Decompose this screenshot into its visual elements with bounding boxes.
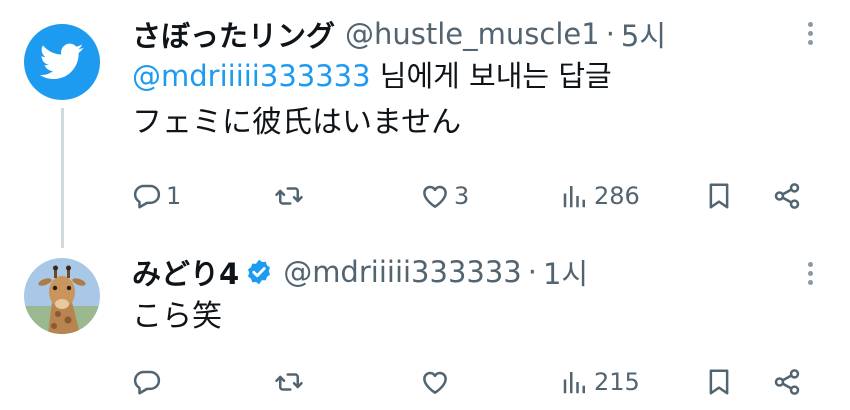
like-button[interactable]: 3 bbox=[420, 176, 469, 216]
tweet-text: こら笑 bbox=[132, 299, 222, 334]
tweet-content: さぼったリング @hustle_muscle1 · 5시 @mdriiiii33… bbox=[132, 14, 810, 148]
action-bar: 215 bbox=[132, 362, 810, 402]
tweet-text: フェミに彼氏はいません bbox=[132, 105, 462, 140]
separator: · bbox=[605, 17, 615, 51]
views-count: 215 bbox=[594, 368, 640, 396]
share-icon bbox=[774, 369, 800, 395]
avatar[interactable] bbox=[24, 258, 100, 334]
reply-suffix: 님에게 보내는 답글 bbox=[370, 59, 612, 93]
user-handle[interactable]: @hustle_muscle1 bbox=[345, 17, 600, 51]
tweet-header: さぼったリング @hustle_muscle1 · 5시 bbox=[132, 14, 810, 54]
giraffe-avatar-icon bbox=[24, 258, 100, 334]
verified-badge-icon bbox=[248, 259, 271, 285]
timestamp[interactable]: 5시 bbox=[621, 13, 666, 55]
action-bar: 1 3 286 bbox=[132, 176, 810, 216]
tweet-content: みどり4 @mdriiiii333333 · 1시 こら笑 bbox=[132, 252, 810, 342]
views-icon bbox=[563, 372, 585, 394]
reply-button[interactable]: 1 bbox=[132, 176, 181, 216]
tweet[interactable]: さぼったリング @hustle_muscle1 · 5시 @mdriiiii33… bbox=[0, 0, 850, 248]
share-icon bbox=[774, 183, 800, 209]
reply-icon bbox=[133, 184, 161, 209]
bookmark-icon bbox=[709, 369, 729, 395]
reply-button[interactable] bbox=[132, 362, 166, 402]
bookmark-button[interactable] bbox=[704, 362, 734, 402]
user-handle[interactable]: @mdriiiii333333 bbox=[283, 255, 522, 289]
avatar[interactable] bbox=[24, 24, 100, 100]
tweet-header: みどり4 @mdriiiii333333 · 1시 bbox=[132, 252, 810, 292]
replying-to: @mdriiiii333333 님에게 보내는 답글 bbox=[132, 54, 810, 98]
views-button[interactable]: 215 bbox=[560, 362, 640, 402]
retweet-button[interactable] bbox=[274, 362, 308, 402]
twitter-bird-icon bbox=[40, 43, 84, 80]
like-icon bbox=[423, 185, 447, 208]
display-name[interactable]: みどり4 bbox=[132, 251, 239, 293]
more-options-icon[interactable] bbox=[806, 262, 814, 290]
retweet-icon bbox=[275, 373, 303, 391]
more-options-icon[interactable] bbox=[806, 22, 814, 50]
share-button[interactable] bbox=[772, 362, 802, 402]
views-count: 286 bbox=[594, 182, 640, 210]
thread-line bbox=[61, 108, 64, 248]
timestamp[interactable]: 1시 bbox=[543, 251, 588, 293]
reply-count: 1 bbox=[166, 182, 182, 210]
reply-icon bbox=[133, 370, 161, 395]
share-button[interactable] bbox=[772, 176, 802, 216]
views-button[interactable]: 286 bbox=[560, 176, 640, 216]
tweet[interactable]: みどり4 @mdriiiii333333 · 1시 こら笑 215 bbox=[0, 240, 850, 410]
bookmark-button[interactable] bbox=[704, 176, 734, 216]
bookmark-icon bbox=[709, 183, 729, 209]
like-count: 3 bbox=[454, 182, 470, 210]
display-name[interactable]: さぼったリング bbox=[132, 13, 335, 55]
like-button[interactable] bbox=[420, 362, 454, 402]
views-icon bbox=[563, 186, 585, 208]
separator: · bbox=[527, 255, 537, 289]
like-icon bbox=[423, 371, 447, 394]
retweet-button[interactable] bbox=[274, 176, 308, 216]
reply-mention-link[interactable]: @mdriiiii333333 bbox=[132, 59, 371, 93]
retweet-icon bbox=[275, 187, 303, 205]
